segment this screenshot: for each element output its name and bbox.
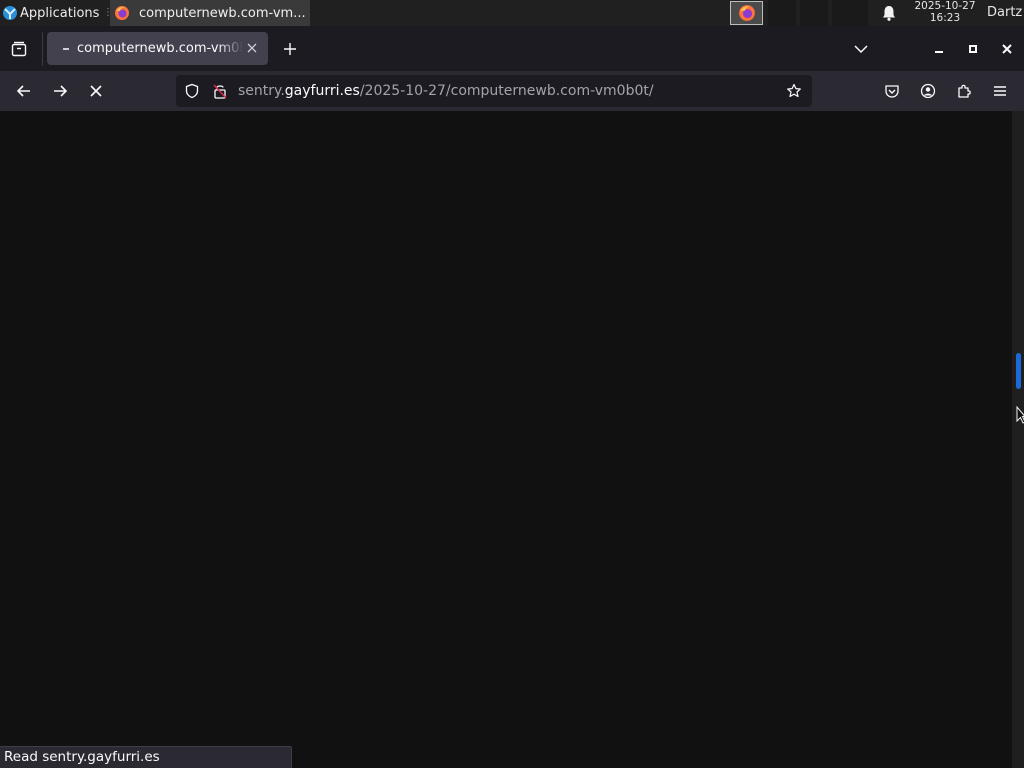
stop-icon [90,85,102,97]
tab-title: computernewb.com-vm0b0t/ [77,41,243,56]
tab-overview-button[interactable] [8,38,30,60]
clock-time: 16:23 [929,11,961,24]
stop-loading-button[interactable] [85,80,107,102]
mouse-cursor-icon [1016,406,1024,424]
new-tab-button[interactable] [280,39,300,59]
insecure-lock-icon[interactable] [212,83,228,99]
maximize-icon [969,45,977,53]
chevron-down-icon[interactable] [852,40,870,58]
shield-icon[interactable] [184,83,200,99]
url-path: /2025-10-27/computernewb.com-vm0b0t/ [359,83,654,99]
taskbar-window-title: computernewb.com-vm... [139,5,306,21]
close-window-button[interactable] [997,39,1017,59]
maximize-button[interactable] [963,39,983,59]
minimize-button[interactable] [929,39,949,59]
page-content-area[interactable] [0,111,1012,768]
firefox-icon [738,5,755,21]
tray-slot [800,0,828,26]
url-host: gayfurri.es [284,83,360,99]
plus-icon [284,43,296,55]
applications-menu[interactable]: Applications ⋮ [0,0,113,26]
close-icon [1002,44,1012,54]
navigation-toolbar: sentry.gayfurri.es/2025-10-27/computerne… [0,71,1024,111]
puzzle-icon [958,84,971,98]
forward-button[interactable] [49,80,71,102]
firefox-icon [115,6,129,20]
url-text[interactable]: sentry.gayfurri.es/2025-10-27/computerne… [238,75,654,107]
back-button[interactable] [13,80,35,102]
clock[interactable]: 2025-10-27 16:23 [904,0,986,26]
bell-icon[interactable] [880,4,898,22]
url-subdomain: sentry. [238,83,285,99]
tray-slot [768,0,796,26]
browser-tab-strip: computernewb.com-vm0b0t/ [0,26,1024,71]
applications-label: Applications [20,5,100,21]
vertical-scrollbar[interactable] [1012,111,1024,768]
os-top-panel: Applications ⋮ computernewb.com-vm... 20… [0,0,1024,26]
arrow-left-icon [16,85,30,97]
account-icon [920,83,936,99]
clock-date: 2025-10-27 [914,0,976,12]
app-menu-button[interactable] [989,80,1011,102]
url-bar[interactable]: sentry.gayfurri.es/2025-10-27/computerne… [176,75,812,107]
minimize-icon [935,51,943,53]
status-panel: Read sentry.gayfurri.es [0,746,292,768]
hamburger-menu-icon [994,86,1006,96]
taskbar-window-button[interactable]: computernewb.com-vm... [110,0,310,26]
account-button[interactable] [917,80,939,102]
pocket-icon [885,85,899,98]
star-icon[interactable] [786,83,802,99]
extensions-button[interactable] [953,80,975,102]
tab-active[interactable]: computernewb.com-vm0b0t/ [47,32,268,65]
arrow-right-icon [54,85,68,97]
tray-slot [832,0,868,26]
tabstrip-divider [42,32,43,66]
loading-indicator-icon [63,47,69,50]
scrollbar-thumb[interactable] [1016,353,1021,389]
tray-firefox-launcher[interactable] [730,1,763,25]
tab-close-button[interactable] [245,41,259,55]
close-icon [247,43,257,53]
menu-separator: ⋮ [103,7,113,18]
xfce-apps-icon [3,6,17,20]
user-menu[interactable]: Dartz [987,0,1022,26]
tab-overview-icon [11,41,27,57]
pocket-button[interactable] [881,80,903,102]
